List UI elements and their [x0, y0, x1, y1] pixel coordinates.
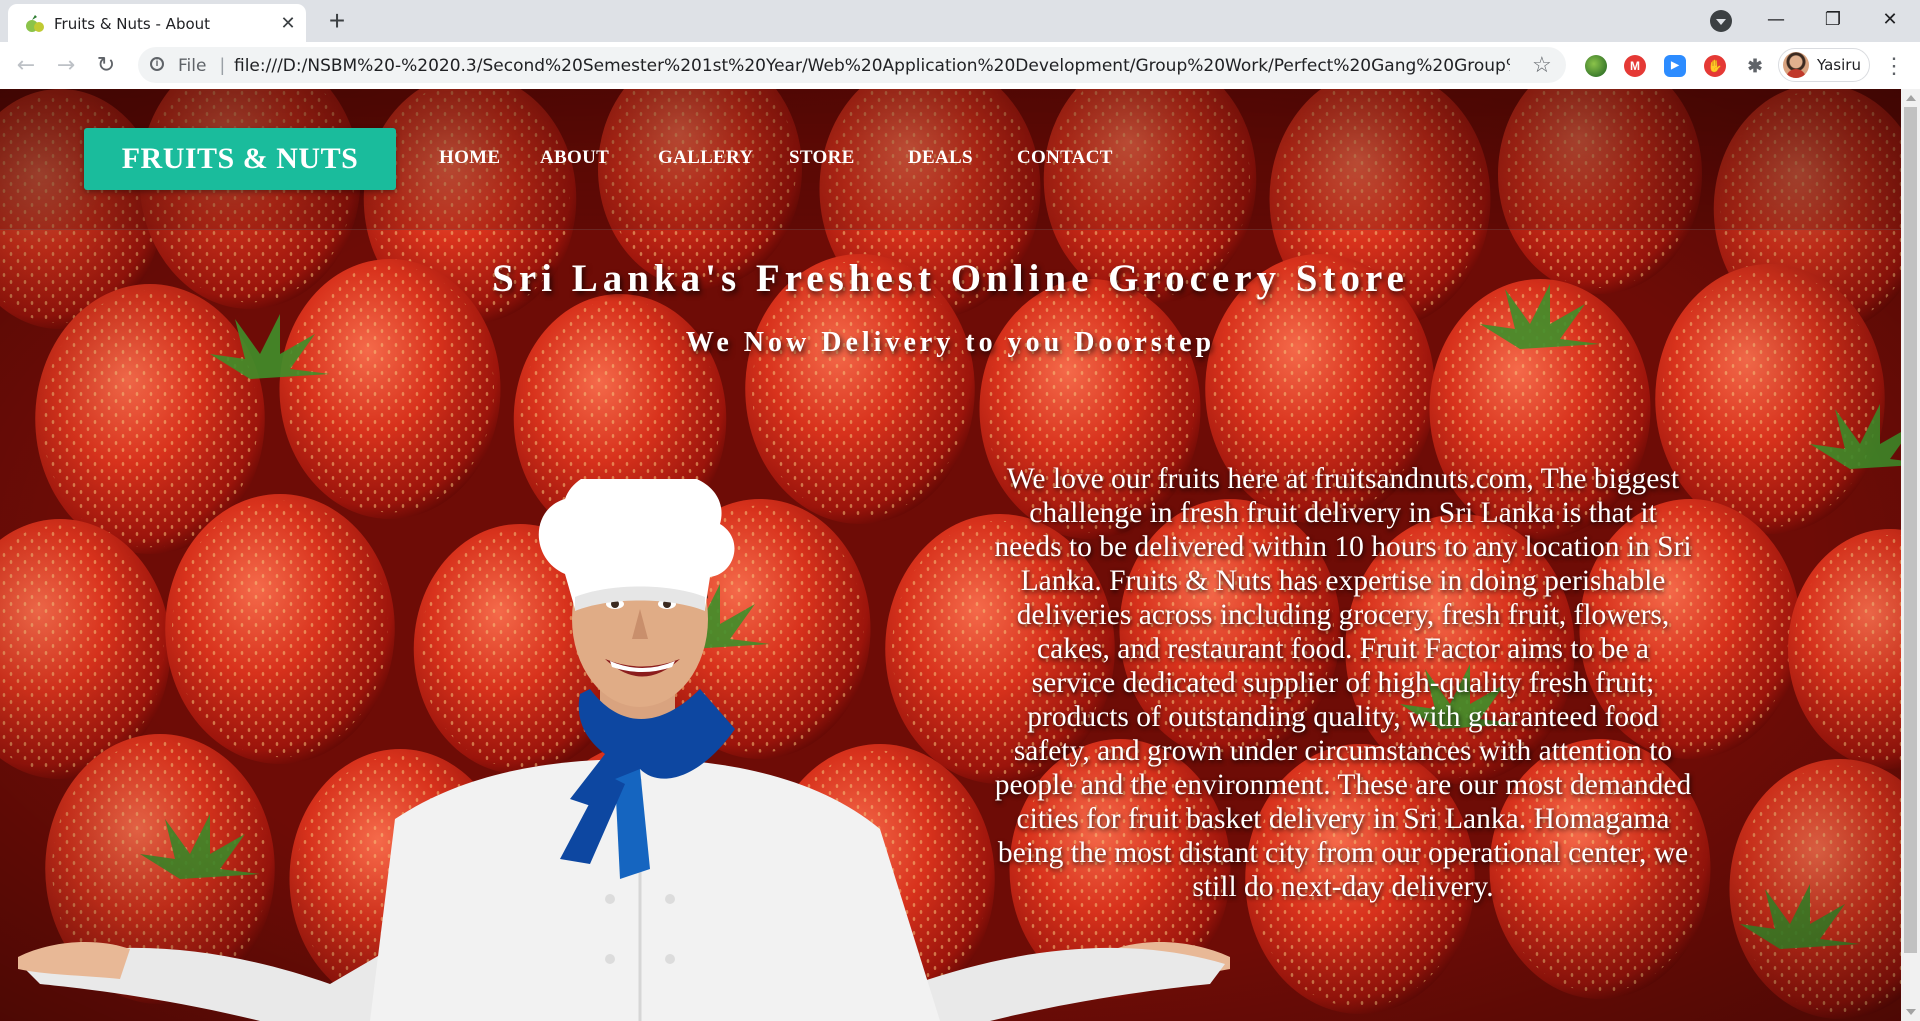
forward-button[interactable]: →	[50, 50, 82, 82]
nav-deals-link[interactable]: DEALS	[908, 147, 973, 169]
browser-tab-bar: Fruits & Nuts - About ✕ + — ❐ ✕	[0, 0, 1920, 42]
site-info-icon[interactable]: i	[150, 57, 164, 71]
restore-button[interactable]: ❐	[1805, 0, 1861, 40]
scheme-label: File	[178, 56, 207, 76]
tab-close-icon[interactable]: ✕	[278, 13, 298, 33]
nav-store-link[interactable]: STORE	[789, 147, 855, 169]
scroll-thumb[interactable]	[1904, 107, 1917, 953]
nav-gallery-link[interactable]: GALLERY	[658, 147, 753, 169]
nav-home-link[interactable]: HOME	[439, 147, 500, 169]
browser-menu-icon[interactable]: ⋮	[1882, 50, 1906, 82]
profile-button[interactable]: Yasiru	[1778, 48, 1870, 82]
tab-title: Fruits & Nuts - About	[54, 15, 211, 33]
back-button[interactable]: ←	[10, 50, 42, 82]
minimize-button[interactable]: —	[1748, 0, 1804, 40]
extensions-puzzle-icon[interactable]: ✱	[1744, 55, 1766, 77]
close-window-button[interactable]: ✕	[1862, 0, 1918, 40]
new-tab-button[interactable]: +	[322, 6, 352, 36]
page-headline: Sri Lanka's Freshest Online Grocery Stor…	[492, 257, 1409, 300]
about-paragraph: We love our fruits here at fruitsandnuts…	[994, 463, 1692, 903]
scroll-up-arrow-icon[interactable]	[1906, 95, 1916, 101]
page-scrollbar[interactable]	[1901, 89, 1920, 1021]
browser-toolbar: ← → ↻ i File | file:///D:/NSBM%20-%2020.…	[0, 42, 1920, 90]
site-header: FRUITS & NUTS HOME ABOUT GALLERY STORE D…	[0, 89, 1901, 230]
reload-button[interactable]: ↻	[90, 50, 122, 82]
nav-about-link[interactable]: ABOUT	[540, 147, 609, 169]
page-subheadline: We Now Delivery to you Doorstep	[685, 327, 1216, 358]
address-bar[interactable]: i File | file:///D:/NSBM%20-%2020.3/Seco…	[138, 47, 1566, 83]
site-logo[interactable]: FRUITS & NUTS	[84, 128, 396, 190]
page-viewport: FRUITS & NUTS HOME ABOUT GALLERY STORE D…	[0, 89, 1901, 1021]
globe-extension-icon[interactable]	[1585, 55, 1607, 77]
fruit-favicon-icon	[26, 15, 44, 32]
avatar	[1783, 52, 1809, 78]
scheme-separator: |	[220, 55, 225, 75]
browser-tab-active[interactable]: Fruits & Nuts - About ✕	[8, 4, 306, 42]
mail-extension-icon[interactable]: M	[1624, 55, 1646, 77]
scroll-down-arrow-icon[interactable]	[1906, 1009, 1916, 1015]
nav-contact-link[interactable]: CONTACT	[1017, 147, 1113, 169]
bookmark-star-icon[interactable]: ☆	[1532, 53, 1552, 77]
adblock-extension-icon[interactable]: ✋	[1704, 55, 1726, 77]
profile-name: Yasiru	[1817, 56, 1861, 74]
url-text[interactable]: file:///D:/NSBM%20-%2020.3/Second%20Seme…	[234, 56, 1510, 76]
tab-search-icon[interactable]	[1710, 10, 1732, 32]
zoom-extension-icon[interactable]: ▶	[1664, 55, 1686, 77]
